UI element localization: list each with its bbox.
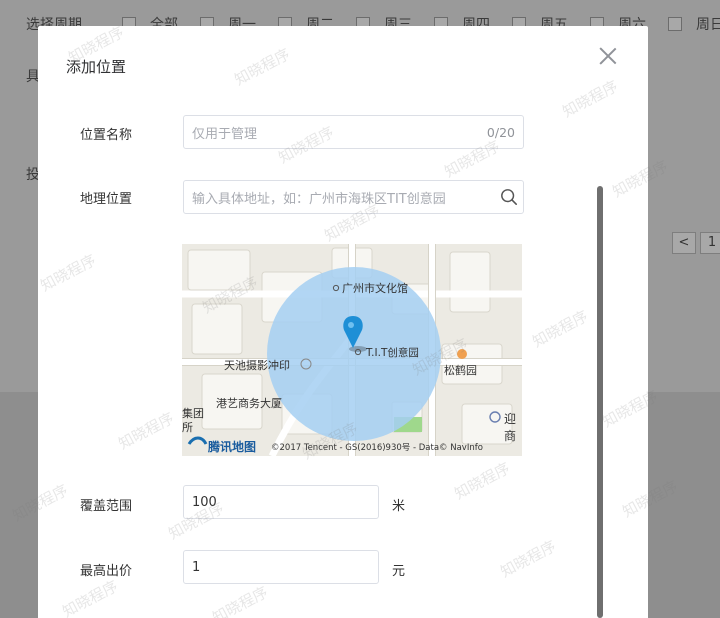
coverage-range-value: 100 [192, 494, 217, 510]
dialog-scrollbar[interactable] [597, 186, 603, 618]
pagination: < 1 [672, 232, 720, 254]
search-icon[interactable] [500, 188, 518, 206]
poi-songhe: 松鹤园 [444, 364, 477, 377]
add-location-dialog: 添加位置 位置名称 仅用于管理 0/20 地理位置 输入具体地址，如：广州市海珠… [38, 26, 648, 618]
poi-tit: T.I.T创意园 [366, 347, 419, 359]
poi-ji-2: 所 [182, 421, 193, 434]
location-name-label: 位置名称 [80, 128, 133, 143]
weekday-checkbox-sun[interactable]: 周日 [668, 14, 720, 34]
map-view[interactable]: 广州市文化馆 T.I.T创意园 天池摄影冲印 松鹤园 港艺商务大厦 集团 所 迎… [182, 244, 522, 456]
map-brand-logo: 腾讯地图 [208, 440, 257, 454]
coverage-range-label: 覆盖范围 [80, 499, 133, 514]
max-bid-unit: 元 [392, 564, 406, 579]
map-copyright: ©2017 Tencent - GS(2016)930号 - Data© Nav… [271, 443, 483, 453]
checkbox-icon [668, 17, 682, 31]
poi-culture-hall: 广州市文化馆 [342, 282, 408, 295]
poi-photo: 天池摄影冲印 [224, 359, 290, 372]
coverage-range-input[interactable]: 100 [183, 485, 379, 519]
location-name-input[interactable]: 仅用于管理 0/20 [183, 115, 524, 149]
geo-location-placeholder: 输入具体地址，如：广州市海珠区TIT创意园 [192, 191, 446, 207]
dialog-title: 添加位置 [66, 58, 127, 76]
close-icon[interactable] [598, 46, 618, 66]
poi-ying: 迎商 [504, 412, 517, 443]
map-canvas [182, 244, 522, 456]
location-name-counter: 0/20 [486, 124, 515, 140]
location-name-placeholder: 仅用于管理 [192, 126, 258, 142]
max-bid-input[interactable]: 1 [183, 550, 379, 584]
max-bid-value: 1 [192, 559, 201, 575]
pagination-page-button[interactable]: 1 [700, 232, 720, 254]
max-bid-label: 最高出价 [80, 564, 133, 579]
poi-gangyi: 港艺商务大厦 [216, 397, 282, 410]
pagination-prev-button[interactable]: < [672, 232, 696, 254]
geo-location-label: 地理位置 [80, 192, 133, 207]
coverage-range-unit: 米 [392, 499, 406, 514]
geo-location-input[interactable]: 输入具体地址，如：广州市海珠区TIT创意园 [183, 180, 524, 214]
